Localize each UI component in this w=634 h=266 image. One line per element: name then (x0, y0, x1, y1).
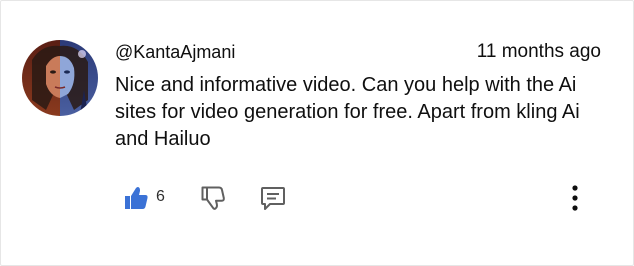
like-count: 6 (156, 188, 165, 205)
comment-reply-icon[interactable] (258, 184, 288, 212)
comment-timestamp[interactable]: 11 months ago (477, 41, 601, 63)
avatar[interactable] (22, 40, 98, 116)
thumbs-up-icon[interactable] (122, 184, 150, 212)
comment-actions: 6 (0, 180, 634, 214)
comment-author[interactable]: @KantaAjmani (115, 41, 235, 63)
more-vertical-icon[interactable] (565, 182, 585, 214)
thumbs-down-icon[interactable] (199, 184, 227, 212)
comment-text: Nice and informative video. Can you help… (115, 74, 580, 150)
